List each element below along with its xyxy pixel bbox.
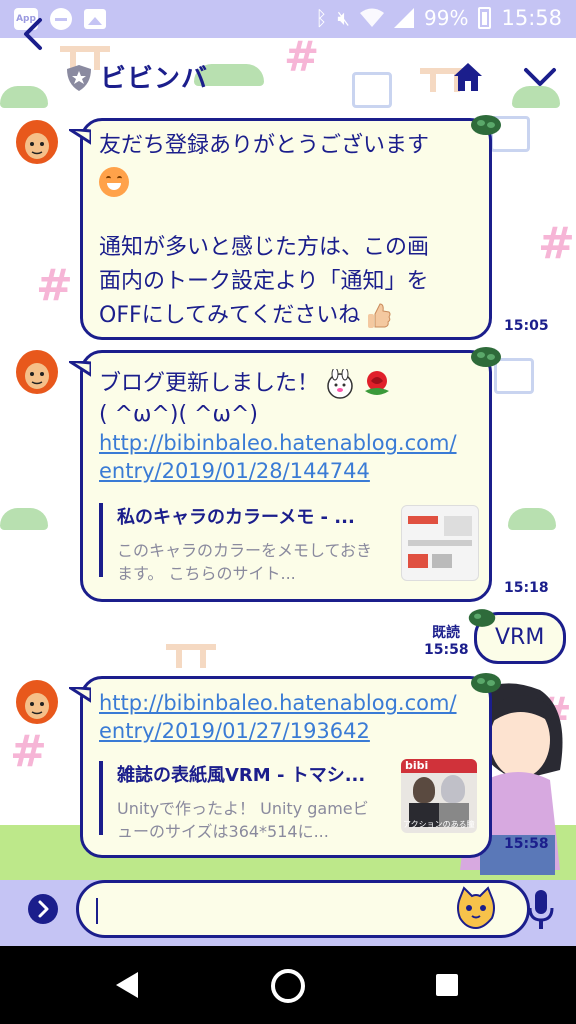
preview-thumbnail bbox=[401, 505, 479, 581]
preview-title: 私のキャラのカラーメモ - ... bbox=[117, 507, 355, 528]
message-text: 通知が多いと感じた方は、この画 bbox=[99, 235, 430, 260]
message-text: ブログ更新しました！ bbox=[99, 371, 320, 396]
read-receipt: 既読 bbox=[432, 625, 460, 641]
status-bar: App ᛒ 🔇︎ 99% 15:58 bbox=[0, 0, 576, 38]
pattern-gate-icon bbox=[166, 644, 216, 668]
nav-back-button[interactable] bbox=[110, 968, 144, 1002]
message-text: ( ^ω^)( ^ω^) bbox=[99, 402, 258, 427]
mute-icon: 🔇︎ bbox=[337, 6, 351, 30]
message-bubble[interactable]: http://bibinbaleo.hatenablog.com/entry/2… bbox=[69, 673, 501, 858]
blog-link[interactable]: http://bibinbaleo.hatenablog.com/entry/2… bbox=[99, 689, 461, 745]
sticker-button[interactable] bbox=[454, 886, 498, 930]
pattern-hash-icon: # bbox=[538, 218, 575, 269]
message-input-bar bbox=[0, 880, 576, 946]
cat-sticker-icon bbox=[457, 886, 495, 930]
message-time: 15:05 bbox=[504, 318, 549, 334]
signal-icon bbox=[394, 8, 415, 28]
own-message-bubble[interactable]: VRM bbox=[468, 609, 566, 664]
message-text: 面内のトーク設定より「通知」を bbox=[99, 269, 429, 294]
recents-square-icon bbox=[436, 974, 458, 996]
menu-toggle-button[interactable] bbox=[522, 62, 558, 92]
smiley-emoji-icon bbox=[99, 167, 129, 197]
chevron-down-icon bbox=[524, 68, 556, 86]
sender-avatar[interactable] bbox=[14, 678, 60, 728]
rose-emoji-icon bbox=[365, 371, 390, 395]
message-text: VRM bbox=[495, 625, 545, 650]
pattern-hash-icon: # bbox=[10, 726, 47, 777]
chevron-right-icon bbox=[38, 900, 49, 918]
preview-thumbnail: bibi アクションのある瞳 bbox=[401, 759, 477, 833]
pattern-gate-icon bbox=[60, 46, 110, 70]
battery-percent: 99% bbox=[424, 6, 469, 30]
rabbit-emoji-icon bbox=[327, 369, 353, 399]
bubble-tail bbox=[69, 687, 91, 703]
message-time: 15:18 bbox=[504, 580, 549, 596]
wifi-icon bbox=[360, 8, 385, 27]
pattern-hash-icon: # bbox=[284, 38, 320, 81]
microphone-icon bbox=[528, 890, 554, 929]
voice-input-button[interactable] bbox=[526, 888, 556, 932]
system-navigation-bar bbox=[0, 946, 576, 1024]
battery-icon bbox=[478, 7, 492, 29]
thumbnail-caption: アクションのある瞳 bbox=[403, 820, 475, 829]
sender-avatar[interactable] bbox=[14, 348, 60, 398]
home-circle-icon bbox=[271, 969, 305, 1003]
do-not-disturb-icon bbox=[50, 8, 72, 30]
text-cursor bbox=[96, 898, 98, 924]
pattern-hash-icon: # bbox=[36, 260, 73, 311]
clock: 15:58 bbox=[501, 6, 562, 30]
bubble-tail bbox=[69, 129, 91, 145]
preview-title: 雑誌の表紙風VRM - トマシ... bbox=[117, 765, 366, 786]
message-time: 15:58 bbox=[504, 836, 549, 852]
thumbs-up-emoji-icon bbox=[368, 303, 391, 328]
expand-menu-button[interactable] bbox=[28, 894, 58, 924]
bubble-tail bbox=[69, 361, 91, 377]
sender-avatar[interactable] bbox=[14, 118, 60, 168]
home-icon bbox=[454, 63, 482, 91]
image-notification-icon bbox=[84, 9, 106, 29]
leaf-decoration-icon bbox=[468, 609, 496, 627]
bluetooth-icon: ᛒ bbox=[315, 6, 328, 30]
back-triangle-icon bbox=[116, 972, 138, 998]
preview-description: このキャラのカラーをメモしておきます。 こちらのサイト... bbox=[117, 541, 373, 583]
leaf-decoration-icon bbox=[471, 347, 501, 367]
shield-icon bbox=[67, 65, 91, 91]
pattern-tree-icon bbox=[0, 508, 48, 530]
back-button[interactable] bbox=[18, 16, 50, 52]
leaf-decoration-icon bbox=[471, 115, 501, 135]
message-text: OFFにしてみてくださいね bbox=[99, 303, 361, 328]
pattern-box-icon bbox=[352, 72, 392, 108]
blog-link[interactable]: http://bibinbaleo.hatenablog.com/entry/2… bbox=[99, 429, 461, 485]
message-bubble[interactable]: 友だち登録ありがとうございます 通知が多いと感じた方は、この画 面内のトーク設定… bbox=[69, 115, 501, 340]
preview-description: Unityで作ったよ！ Unity gameビューのサイズは364*514に..… bbox=[117, 799, 369, 841]
pattern-tree-icon bbox=[0, 86, 48, 108]
home-button[interactable] bbox=[450, 60, 486, 94]
leaf-decoration-icon bbox=[471, 673, 501, 693]
pattern-tree-icon bbox=[508, 508, 556, 530]
message-text: 友だち登録ありがとうございます bbox=[99, 133, 430, 158]
link-preview-card[interactable]: 私のキャラのカラーメモ - ... このキャラのカラーをメモしておきます。 こち… bbox=[99, 503, 381, 583]
link-preview-card[interactable]: 雑誌の表紙風VRM - トマシ... Unityで作ったよ！ Unity gam… bbox=[99, 761, 381, 841]
chat-title: ビビンバ bbox=[100, 64, 209, 94]
message-time: 15:58 bbox=[424, 642, 469, 658]
nav-recents-button[interactable] bbox=[434, 972, 460, 998]
message-bubble[interactable]: ブログ更新しました！ ( ^ω^)( ^ω^) http://bibinbale… bbox=[69, 347, 501, 602]
nav-home-button[interactable] bbox=[270, 968, 306, 1004]
chevron-left-icon bbox=[24, 18, 42, 50]
